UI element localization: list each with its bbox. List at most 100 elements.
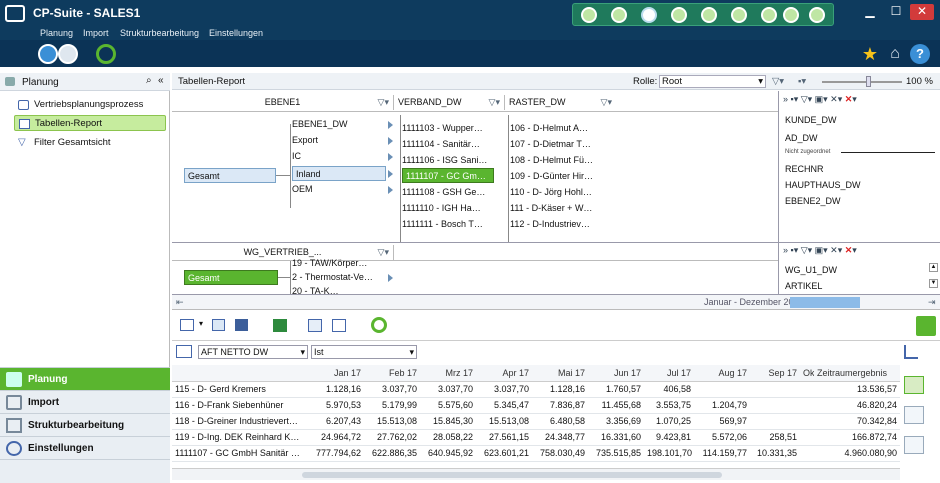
tree-item-filter-gesamtsicht[interactable]: ▽ Filter Gesamtsicht [14,135,166,151]
grid-cell[interactable]: 3.037,70 [476,381,532,398]
module-leaf-icon[interactable] [671,7,687,23]
refresh-icon[interactable] [96,44,116,64]
grid-cell[interactable] [750,397,800,414]
tree-node-106[interactable]: 106 - D-Helmut A… [510,122,610,135]
module-money-icon[interactable] [641,7,657,23]
tree-view-icon[interactable] [904,345,924,363]
tree-item-tabellen-report[interactable]: Tabellen-Report [14,115,166,131]
tree-node-110[interactable]: 110 - D- Jörg Hohl… [510,186,610,199]
tree-node-1111103[interactable]: 1111103 - Wupper… [402,122,492,135]
tree-node-export[interactable]: Export [292,134,318,147]
tree-node-1111106[interactable]: 1111106 - ISG Sani… [402,154,492,167]
grid-cell[interactable]: 46.820,24 [814,397,900,414]
grid-cell[interactable]: 735.515,85 [588,445,644,462]
grid-cell[interactable] [800,397,814,414]
tree2-node-19[interactable]: 19 - TAW/Körper… [292,257,388,270]
detail-view-icon[interactable] [904,406,924,424]
tree2-node-gesamt[interactable]: Gesamt [184,270,278,285]
back-icon[interactable] [38,44,58,64]
tree-node-ic[interactable]: IC [292,150,301,163]
grid-cell[interactable]: 569,97 [694,413,750,430]
menu-einstellungen[interactable]: Einstellungen [209,27,263,39]
nav-planung[interactable]: Planung [0,367,170,390]
table-icon[interactable] [180,319,194,331]
dimension-ebene2-dw[interactable]: EBENE2_DW [785,194,841,208]
grid-row[interactable]: 115 - D- Gerd Kremers 1.128,16 3.037,70 3.0… [172,381,900,398]
scrollbar-thumb[interactable] [302,472,722,478]
grid-column-header[interactable]: Zeitraumergebnis [814,365,900,382]
grid-cell[interactable]: 3.037,70 [420,381,476,398]
home-icon[interactable]: ⌂ [885,44,905,64]
module-bug-icon[interactable] [611,7,627,23]
grid-column-header[interactable]: Feb 17 [364,365,420,382]
collapse-icon[interactable]: « [158,75,164,86]
nav-strukturbearbeitung[interactable]: Strukturbearbeitung [0,413,170,436]
dimension-kunde-dw[interactable]: KUNDE_DW [785,113,837,127]
tree-item-vertriebsplanungsprozess[interactable]: Vertriebsplanungsprozess [14,97,166,113]
grid-cell[interactable]: 1.760,57 [588,381,644,398]
grid-cell[interactable]: 5.575,60 [420,397,476,414]
grid-cell[interactable]: 3.553,75 [644,397,694,414]
maximize-button[interactable]: ☐ [884,4,908,20]
module-gear-icon[interactable] [761,7,777,23]
grid-cell[interactable]: 11.455,68 [588,397,644,414]
grid-cell[interactable]: 1.128,16 [532,381,588,398]
grid-cell[interactable]: 166.872,74 [814,429,900,446]
tree-col-raster[interactable]: RASTER_DW ▽▾ [506,95,616,110]
grid-cell[interactable]: 640.945,92 [420,445,476,462]
grid-cell[interactable]: 1.070,25 [644,413,694,430]
forward-icon[interactable] [58,44,78,64]
module-person-icon[interactable] [809,7,825,23]
grid-cell[interactable]: 28.058,22 [420,429,476,446]
tree-node-oem[interactable]: OEM [292,183,313,196]
grid-view-icon[interactable] [176,345,192,358]
tree-node-1111110[interactable]: 1111110 - IGH Ha… [402,202,492,215]
grid-cell[interactable] [800,445,814,462]
grid-column-header[interactable]: Mrz 17 [420,365,476,382]
tree2-node-20[interactable]: 20 - TA-K… [292,285,388,294]
grid-cell[interactable]: 27.762,02 [364,429,420,446]
grid-cell[interactable]: 114.159,77 [694,445,750,462]
grid-cell[interactable]: 9.423,81 [644,429,694,446]
grid-cell[interactable]: 5.345,47 [476,397,532,414]
grid-cell[interactable] [750,413,800,430]
print-icon[interactable] [212,319,225,331]
grid-column-header[interactable]: Jun 17 [588,365,644,382]
grid-column-header[interactable]: Jan 17 [304,365,364,382]
grid-column-header[interactable]: Jul 17 [644,365,694,382]
grid-cell[interactable]: 27.561,15 [476,429,532,446]
dimension-artikel[interactable]: ARTIKEL [785,279,822,293]
module-refresh-icon[interactable] [731,7,747,23]
dropdown-icon[interactable]: ▾ [199,319,203,328]
grid-cell[interactable]: 5.179,99 [364,397,420,414]
timeline-range[interactable] [790,297,860,308]
grid-cell[interactable]: 198.101,70 [644,445,694,462]
grid-cell[interactable]: 15.845,30 [420,413,476,430]
number-format-icon[interactable] [904,436,924,454]
grid-cell[interactable]: 15.513,08 [364,413,420,430]
tree-node-112[interactable]: 112 - D-Industriev… [510,218,610,231]
grid-cell[interactable]: 13.536,57 [814,381,900,398]
expand-arrow-icon[interactable] [388,121,393,129]
menu-planung[interactable]: Planung [40,27,73,39]
recalculate-icon[interactable] [371,317,387,333]
grid-column-header[interactable]: Apr 17 [476,365,532,382]
tree-node-1111108[interactable]: 1111108 - GSH Ge… [402,186,492,199]
grid-row-label[interactable]: 119 - D-Ing. DEK Reinhard K… [172,429,304,446]
dimension-wg-u1-dw[interactable]: WG_U1_DW [785,263,837,277]
grid-cell[interactable] [800,381,814,398]
tree-node-1111111[interactable]: 1111111 - Bosch T… [402,218,492,231]
grid-column-header[interactable]: Mai 17 [532,365,588,382]
module-pen-icon[interactable] [783,7,799,23]
grid-cell[interactable] [694,381,750,398]
timeline-left-icon[interactable]: ⇤ [176,297,184,308]
scroll-up-icon[interactable]: ▲ [929,263,938,272]
dimension-ad-dw[interactable]: AD_DW [785,131,818,145]
measure-select[interactable]: AFT NETTO DW ▾ [198,345,308,359]
grid-cell[interactable]: 15.513,08 [476,413,532,430]
menu-strukturbearbeitung[interactable]: Strukturbearbeitung [120,27,199,39]
tree-node-109[interactable]: 109 - D-Günter Hir… [510,170,610,183]
close-button[interactable]: ✕ [910,4,934,20]
grid-cell[interactable]: 3.037,70 [364,381,420,398]
tree-node-ebene1-dw[interactable]: EBENE1_DW [292,118,348,131]
